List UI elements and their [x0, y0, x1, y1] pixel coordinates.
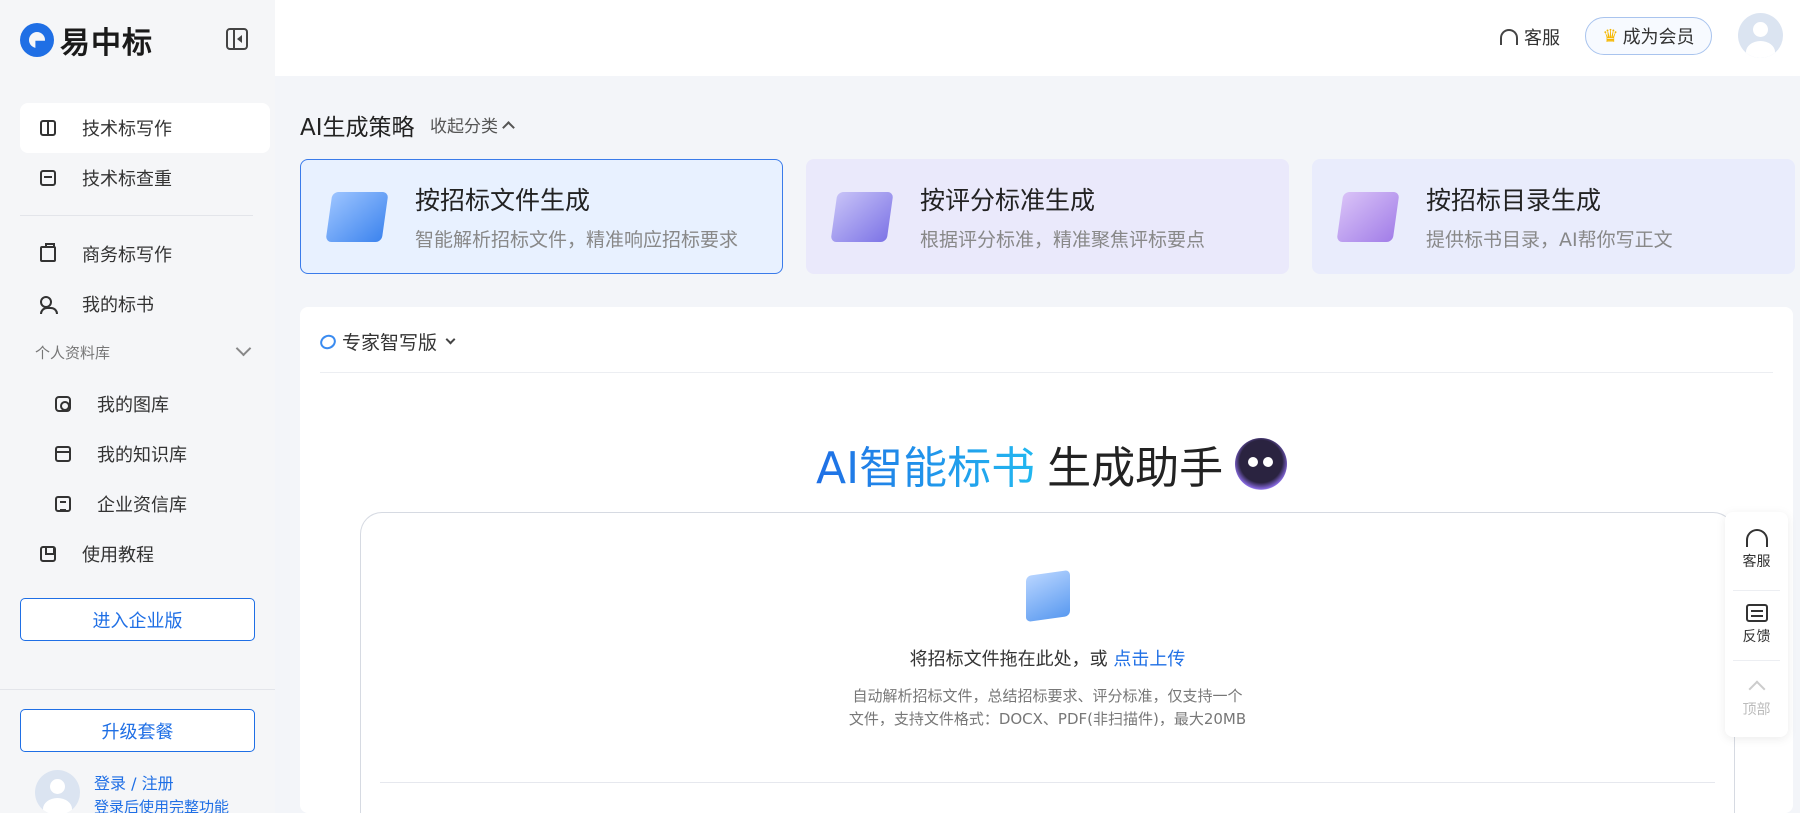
sidebar-divider — [20, 215, 253, 216]
chevron-down-icon[interactable] — [235, 340, 252, 357]
customer-service-link[interactable]: 客服 — [1500, 24, 1560, 50]
become-member-label: 成为会员 — [1622, 27, 1695, 48]
folder-icon — [55, 446, 71, 462]
section-label-personal-library: 个人资料库 — [35, 344, 111, 362]
floating-toolbar: 客服 反馈 顶部 — [1725, 512, 1788, 737]
enterprise-edition-button[interactable]: 进入企业版 — [20, 598, 255, 641]
document-icon — [55, 496, 71, 512]
panel-divider — [320, 372, 1773, 373]
float-label: 客服 — [1742, 554, 1771, 570]
chevron-up-icon — [1748, 680, 1765, 698]
card-title: 按招标文件生成 — [415, 186, 591, 215]
upload-folder-icon — [1026, 569, 1070, 623]
avatar — [35, 770, 80, 813]
sidebar-item-label: 企业资信库 — [97, 495, 187, 516]
crown-icon: ♛ — [1602, 25, 1619, 47]
strategy-card-by-tender-file[interactable]: 按招标文件生成 智能解析招标文件，精准响应招标要求 — [300, 159, 783, 274]
float-feedback-button[interactable]: 反馈 — [1725, 590, 1788, 660]
card-title: 按评分标准生成 — [920, 186, 1096, 215]
sidebar-item-label: 技术标写作 — [82, 119, 172, 140]
strategy-card-by-scoring-criteria[interactable]: 按评分标准生成 根据评分标准，精准聚焦评标要点 — [806, 159, 1289, 274]
collapse-category-label: 收起分类 — [430, 117, 498, 137]
chevron-up-icon — [502, 120, 515, 134]
book-icon — [40, 120, 56, 136]
sidebar-item-tech-bid-writing[interactable]: 技术标写作 — [20, 103, 270, 153]
sidebar-divider — [0, 689, 275, 690]
sidebar-item-my-bids[interactable]: 我的标书 — [20, 279, 270, 329]
sidebar-item-label: 我的标书 — [82, 295, 154, 316]
upload-instruction-text: 将招标文件拖在此处，或 — [909, 649, 1108, 670]
login-link[interactable]: 登录 / 注册 — [94, 770, 229, 794]
hero-title-highlight: AI智能标书 — [816, 432, 1035, 496]
avatar[interactable] — [1738, 13, 1783, 58]
sidebar-item-enterprise-credentials[interactable]: 企业资信库 — [20, 479, 270, 529]
upload-hint: 自动解析招标文件，总结招标要求、评分标准，仅支持一个文件，支持文件格式：DOCX… — [360, 685, 1735, 731]
click-upload-link[interactable]: 点击上传 — [1113, 649, 1185, 670]
gallery-icon — [55, 396, 71, 412]
upload-hint-text: 自动解析招标文件，总结招标要求、评分标准，仅支持一个文件，支持文件格式：DOCX… — [848, 687, 1247, 728]
section-title: AI生成策略 — [300, 115, 415, 141]
chat-icon — [1745, 604, 1768, 622]
sidebar-item-label: 我的图库 — [97, 395, 169, 416]
sidebar-item-business-bid-writing[interactable]: 商务标写作 — [20, 229, 270, 279]
sidebar-item-label: 使用教程 — [82, 545, 154, 566]
upgrade-plan-button[interactable]: 升级套餐 — [20, 709, 255, 752]
logo-icon — [20, 23, 54, 57]
card-subtitle: 提供标书目录，AI帮你写正文 — [1426, 229, 1673, 251]
sidebar-item-tutorial[interactable]: 使用教程 — [20, 529, 270, 579]
card-title: 按招标目录生成 — [1426, 186, 1602, 215]
float-divider — [1733, 660, 1780, 661]
float-label: 反馈 — [1742, 629, 1771, 645]
upload-divider — [380, 782, 1715, 783]
hero-title-text: 生成助手 — [1047, 443, 1224, 494]
upload-instruction: 将招标文件拖在此处，或 点击上传 — [360, 645, 1735, 671]
sidebar-item-label: 技术标查重 — [82, 169, 172, 190]
sidebar-item-my-gallery[interactable]: 我的图库 — [20, 379, 270, 429]
tutorial-icon — [40, 546, 56, 562]
briefcase-icon — [40, 243, 56, 262]
headset-icon — [1745, 529, 1768, 547]
strategy-card-by-tender-outline[interactable]: 按招标目录生成 提供标书目录，AI帮你写正文 — [1312, 159, 1795, 274]
float-label: 顶部 — [1742, 702, 1771, 718]
top-bar — [275, 0, 1800, 76]
sidebar-collapse-icon[interactable] — [226, 28, 248, 50]
sidebar: 易中标 技术标写作 技术标查重 商务标写作 我的标书 个人资料库 我的图库 我的… — [0, 0, 275, 813]
mode-select-label: 专家智写版 — [342, 332, 438, 354]
collapse-category-toggle[interactable]: 收起分类 — [430, 112, 515, 137]
sidebar-item-label: 我的知识库 — [97, 445, 187, 466]
sidebar-item-tech-bid-check[interactable]: 技术标查重 — [20, 153, 270, 203]
headset-icon — [1500, 29, 1518, 45]
login-box[interactable]: 登录 / 注册 登录后使用完整功能 — [35, 770, 229, 813]
sidebar-item-label: 商务标写作 — [82, 245, 172, 266]
pen-paper-icon — [830, 191, 894, 242]
mode-select-dropdown[interactable]: 专家智写版 — [317, 328, 456, 355]
check-doc-icon — [40, 170, 56, 186]
logo[interactable]: 易中标 — [20, 18, 153, 62]
robot-icon — [1235, 438, 1288, 490]
float-back-to-top-button[interactable]: 顶部 — [1725, 662, 1788, 732]
search-folder-icon — [1336, 191, 1400, 242]
planet-icon — [317, 331, 339, 352]
user-list-icon — [40, 296, 58, 314]
float-customer-service-button[interactable]: 客服 — [1725, 515, 1788, 585]
login-hint: 登录后使用完整功能 — [94, 798, 230, 813]
folder-icon — [325, 191, 389, 242]
customer-service-label: 客服 — [1524, 28, 1560, 49]
card-subtitle: 根据评分标准，精准聚焦评标要点 — [920, 229, 1206, 251]
logo-text: 易中标 — [60, 26, 153, 61]
become-member-button[interactable]: ♛ 成为会员 — [1585, 17, 1712, 55]
card-subtitle: 智能解析招标文件，精准响应招标要求 — [415, 229, 739, 251]
sidebar-item-my-knowledge-base[interactable]: 我的知识库 — [20, 429, 270, 479]
hero-title: AI智能标书 生成助手 — [816, 432, 1288, 496]
chevron-down-icon — [445, 334, 456, 345]
